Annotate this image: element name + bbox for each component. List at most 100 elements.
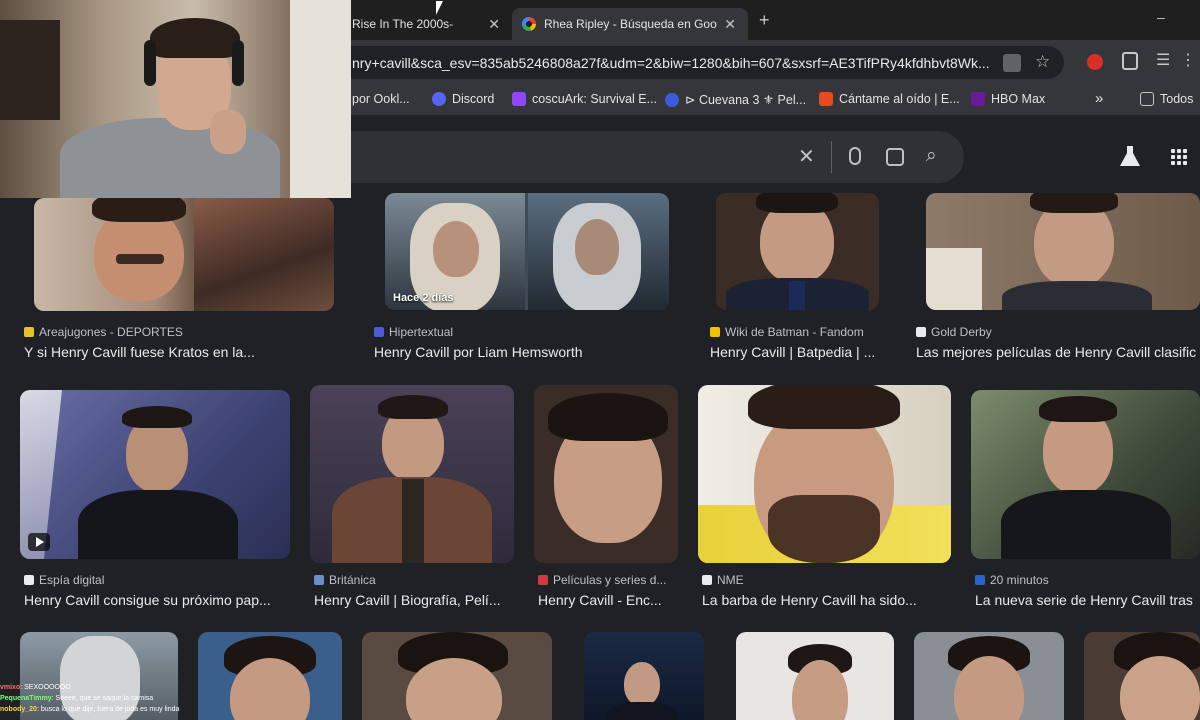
image-result-thumbnail[interactable] — [34, 198, 334, 311]
bookmark-label: coscuArk: Survival E... — [532, 92, 658, 106]
image-result-thumbnail[interactable] — [20, 390, 290, 559]
tab-title: Rise In The 2000s- — [352, 17, 454, 31]
bookmark-label: Discord — [452, 92, 495, 106]
webcam-overlay — [0, 0, 351, 198]
image-result-thumbnail[interactable] — [698, 385, 951, 563]
bookmarks-overflow-button[interactable]: » — [1095, 90, 1103, 107]
result-title[interactable]: Henry Cavill - Enc... — [538, 592, 688, 608]
result-title[interactable]: Las mejores películas de Henry Cavill cl… — [916, 344, 1200, 360]
bookmark-twitch[interactable]: coscuArk: Survival E... — [512, 92, 657, 106]
webcam-door — [290, 0, 351, 198]
site-favicon — [916, 327, 926, 337]
hbo-icon — [971, 92, 985, 106]
chat-text: busca lo que dije, fuera de joda es muy … — [40, 706, 180, 713]
image-result-thumbnail[interactable] — [534, 385, 678, 563]
sidebar-icon[interactable]: ☰ — [1156, 50, 1170, 70]
chat-message: PequenaTimmy: Seeee, que se saque la cam… — [0, 695, 154, 702]
image-result-thumbnail[interactable] — [584, 632, 704, 720]
tab-close-icon[interactable]: ✕ — [724, 16, 736, 33]
result-title[interactable]: La nueva serie de Henry Cavill tras — [975, 592, 1200, 608]
clear-search-icon[interactable]: ✕ — [798, 144, 815, 169]
image-result-thumbnail[interactable] — [362, 632, 552, 720]
result-source[interactable]: 20 minutos — [975, 573, 1049, 587]
bookmark-hbo[interactable]: HBO Max — [971, 92, 1045, 106]
chat-text: SEXOOOOOO — [24, 684, 71, 691]
image-result-thumbnail[interactable] — [971, 390, 1200, 559]
image-suit — [78, 490, 238, 559]
google-images-page: ✕ ⌕ Hace 2 días Areajugones - DEPORTES Y… — [0, 115, 1200, 720]
bookmark-label: ⊳ Cuevana 3 ⚜ Pel... — [685, 93, 807, 107]
extensions-puzzle-icon[interactable] — [1122, 52, 1138, 70]
crunchyroll-icon — [819, 92, 833, 106]
result-title[interactable]: Henry Cavill por Liam Hemsworth — [374, 344, 674, 360]
chat-username: PequenaTimmy — [0, 695, 52, 702]
lens-search-icon[interactable] — [886, 148, 904, 166]
result-title[interactable]: Henry Cavill | Batpedia | ... — [710, 344, 900, 360]
bookmark-label: Cántame al oído | E... — [839, 92, 960, 106]
result-title[interactable]: La barba de Henry Cavill ha sido... — [702, 592, 962, 608]
site-favicon — [374, 327, 384, 337]
headphones-icon — [232, 40, 244, 86]
voice-search-icon[interactable] — [849, 147, 861, 165]
image-suit — [606, 702, 678, 720]
result-title[interactable]: Y si Henry Cavill fuese Kratos en la... — [24, 344, 354, 360]
profile-icon[interactable]: ⋮ — [1180, 50, 1196, 70]
result-source[interactable]: Espía digital — [24, 573, 104, 587]
image-result-thumbnail[interactable] — [310, 385, 514, 563]
search-icon[interactable]: ⌕ — [926, 145, 937, 167]
address-url: nry+cavill&sca_esv=835ab5246808a27f&udm=… — [352, 55, 990, 71]
image-result-thumbnail[interactable] — [1084, 632, 1200, 720]
image-suit — [1001, 490, 1171, 559]
image-result-thumbnail[interactable] — [736, 632, 894, 720]
overflow-chevron-icon: » — [1095, 90, 1104, 107]
tab-rise-in-the-2000s[interactable]: Rise In The 2000s- ✕ — [352, 8, 500, 40]
image-hair — [1039, 396, 1117, 422]
bookmark-cuevana[interactable]: ⊳ Cuevana 3 ⚜ Pel... — [665, 92, 806, 107]
image-result-thumbnail[interactable]: Hace 2 días — [385, 193, 669, 310]
bookmark-label: Todos — [1160, 92, 1194, 106]
bookmark-discord[interactable]: Discord — [432, 92, 494, 106]
result-source[interactable]: Hipertextual — [374, 325, 453, 339]
tab-rhea-ripley[interactable]: Rhea Ripley - Búsqueda en Goo ✕ — [512, 8, 748, 40]
result-source[interactable]: Británica — [314, 573, 376, 587]
screen: Rise In The 2000s- ✕ Rhea Ripley - Búsqu… — [0, 0, 1200, 720]
result-title[interactable]: Henry Cavill consigue su próximo pap... — [24, 592, 304, 608]
minimize-button[interactable]: – — [1157, 9, 1165, 25]
image-result-thumbnail[interactable] — [926, 193, 1200, 310]
stream-chat-overlay: vmixo: SEXOOOOOO PequenaTimmy: Seeee, qu… — [0, 682, 240, 720]
extension-red-icon[interactable] — [1087, 54, 1103, 70]
image-result-thumbnail[interactable] — [914, 632, 1064, 720]
result-title[interactable]: Henry Cavill | Biografía, Pelí... — [314, 592, 524, 608]
site-favicon — [538, 575, 548, 585]
result-source[interactable]: Gold Derby — [916, 325, 992, 339]
result-source[interactable]: Películas y series d... — [538, 573, 666, 587]
bookmark-folder-todos[interactable]: Todos — [1140, 92, 1193, 106]
image-shirt — [402, 479, 424, 563]
source-name: Wiki de Batman - Fandom — [725, 325, 864, 339]
new-tab-button[interactable]: + — [759, 10, 770, 31]
labs-flask-icon[interactable] — [1120, 146, 1140, 166]
translate-icon[interactable] — [1003, 54, 1021, 72]
bookmark-star-icon[interactable]: ☆ — [1035, 52, 1050, 72]
result-source[interactable]: NME — [702, 573, 744, 587]
tab-title: Rhea Ripley - Búsqueda en Goo — [544, 17, 717, 31]
source-name: Británica — [329, 573, 376, 587]
image-suit — [1002, 281, 1152, 310]
image-result-thumbnail[interactable] — [716, 193, 879, 310]
image-face — [433, 221, 479, 277]
image-hair — [748, 385, 900, 429]
source-name: Areajugones - DEPORTES — [39, 325, 183, 339]
source-name: Gold Derby — [931, 325, 992, 339]
kratos-figure — [194, 198, 334, 311]
bookmark-item[interactable]: por Ookl... — [352, 92, 410, 106]
image-hair — [1030, 193, 1118, 213]
tab-close-icon[interactable]: ✕ — [488, 16, 500, 33]
result-source[interactable]: Wiki de Batman - Fandom — [710, 325, 864, 339]
bookmark-label: HBO Max — [991, 92, 1046, 106]
bookmark-cantame[interactable]: Cántame al oído | E... — [819, 92, 960, 106]
result-source[interactable]: Areajugones - DEPORTES — [24, 325, 183, 339]
google-apps-icon[interactable] — [1171, 149, 1187, 165]
chat-text: Seeee, que se saque la camisa — [55, 695, 154, 702]
image-hair — [378, 395, 448, 419]
chat-username: vmixo — [0, 684, 21, 691]
